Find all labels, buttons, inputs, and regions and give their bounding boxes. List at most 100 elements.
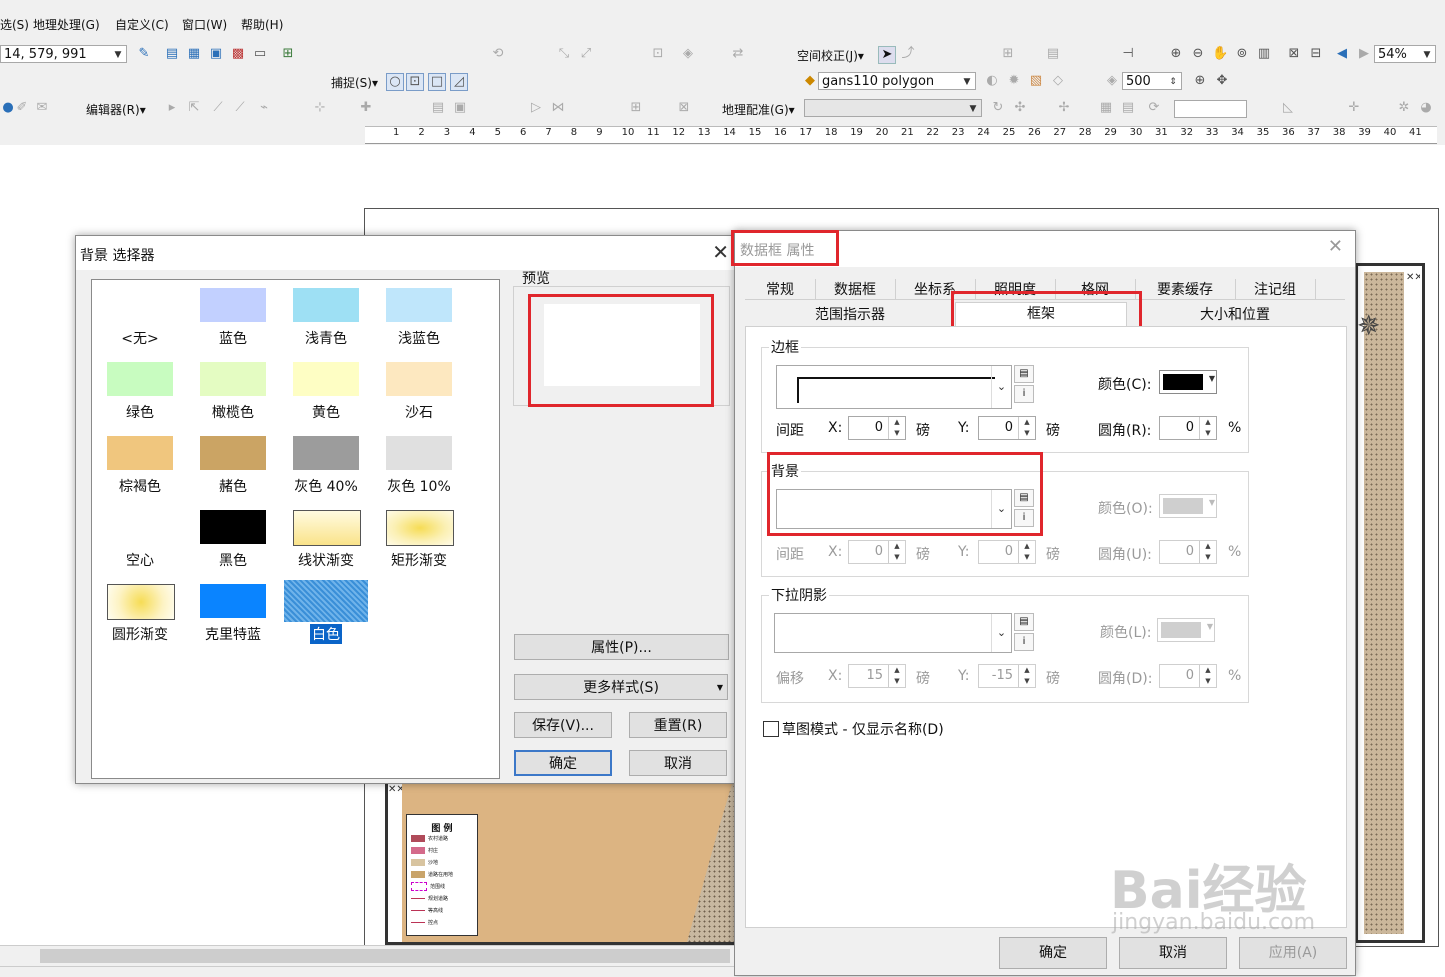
swatch-label-0[interactable]: <无> — [95, 328, 185, 348]
sketch-properties-icon[interactable]: ▣ — [452, 100, 468, 116]
view-table2-icon[interactable]: ▤ — [1120, 100, 1136, 116]
cross-icon[interactable]: ✛ — [1346, 100, 1362, 116]
swatch-label-18[interactable]: 白色 — [310, 624, 342, 644]
georeferencing-menu[interactable]: 地理配准(G)▾ — [722, 101, 795, 118]
swatch-10[interactable] — [293, 436, 359, 470]
tab-0[interactable]: 常规 — [745, 279, 816, 299]
pan-hand-icon[interactable]: ✋ — [1212, 46, 1228, 62]
end-point-arc-icon[interactable]: ⟋ — [232, 100, 248, 116]
layer-icon[interactable]: ◈ — [680, 46, 696, 62]
shadow-radius-spinner[interactable]: 0 ▲ ▼ — [1159, 664, 1217, 688]
page-width-icon[interactable]: ▥ — [1256, 46, 1272, 62]
swatch-label-14[interactable]: 线状渐变 — [281, 550, 371, 570]
more-styles-button[interactable]: 更多样式(S) ▼ — [514, 674, 728, 700]
catalog-icon[interactable]: ▦ — [186, 46, 202, 62]
validate-icon[interactable]: ⊠ — [676, 100, 692, 116]
adjust-tool-icon[interactable]: ⟲ — [490, 46, 506, 62]
swatch-label-9[interactable]: 赭色 — [188, 476, 278, 496]
edit-annotation-icon[interactable]: ⇱ — [186, 100, 202, 116]
toolbox-icon[interactable]: ▩ — [230, 46, 246, 62]
model-builder-icon[interactable]: ⊞ — [280, 46, 296, 62]
rotate-tool-icon[interactable]: ✚ — [358, 100, 374, 116]
tab-1[interactable]: 数据框 — [815, 279, 896, 299]
horizontal-scrollbar[interactable] — [0, 945, 734, 966]
border-radius-spinner[interactable]: 0 ▲ ▼ — [1159, 416, 1217, 440]
end-snap-icon[interactable]: ⊡ — [406, 73, 424, 91]
layer-combo[interactable]: gans110 polygon ▼ — [818, 72, 976, 90]
chevron-down-icon[interactable]: ⌄ — [991, 366, 1011, 408]
scale-combo[interactable]: 14, 579, 991 ▼ — [0, 45, 127, 63]
pie-icon[interactable]: ◕ — [1418, 100, 1434, 116]
border-color-button[interactable]: ▼ — [1159, 370, 1217, 394]
attribute-transfer-icon[interactable]: ⇄ — [730, 46, 746, 62]
swatch-11[interactable] — [386, 436, 452, 470]
comment-icon[interactable]: ✉ — [34, 100, 50, 116]
properties-button[interactable]: 属性(P)... — [514, 634, 729, 660]
shadow-symbol-box[interactable]: ⌄ — [774, 613, 1012, 653]
swatch-17[interactable] — [200, 584, 266, 618]
menu-item-geoprocessing[interactable]: 地理处理(G) — [33, 16, 100, 33]
table-link-icon[interactable]: ⊡ — [650, 46, 666, 62]
swatch-gallery[interactable]: <无> 蓝色 浅青色 浅蓝色 绿色 橄榄色 黄色 沙石 棕褐色 赭色 灰色 40% 灰色 10% 空心黑… — [91, 279, 500, 779]
spinner-arrows-icon[interactable]: ▲ ▼ — [888, 417, 905, 439]
gear-icon[interactable]: ✲ — [1396, 100, 1412, 116]
swatch-label-12[interactable]: 空心 — [95, 550, 185, 570]
zoom-out-fixed-icon[interactable]: ⊖ — [1190, 46, 1206, 62]
spinner-arrows-icon[interactable]: ▲ ▼ — [1018, 541, 1035, 563]
swatch-2[interactable] — [293, 288, 359, 322]
close-icon[interactable]: ✕ — [1328, 236, 1343, 257]
shadow-color-button[interactable]: ▼ — [1157, 618, 1215, 642]
spinner-arrows-icon[interactable]: ▲ ▼ — [888, 541, 905, 563]
flicker-icon[interactable]: ◇ — [1050, 73, 1066, 89]
menu-item-select[interactable]: 选(S) — [0, 16, 29, 33]
rotate-icon[interactable]: ↻ — [990, 100, 1006, 116]
symbol-properties-icon[interactable]: i — [1014, 633, 1034, 651]
tab-5[interactable]: 要素缓存 — [1135, 279, 1236, 299]
props-ok-button[interactable]: 确定 — [999, 937, 1107, 969]
straight-segment-icon[interactable]: ⟋ — [210, 100, 226, 116]
vertex-snap-icon[interactable]: □ — [428, 73, 446, 91]
view-link-table-icon[interactable]: ▦ — [1098, 100, 1114, 116]
background-gap-x-spinner[interactable]: 0 ▲ ▼ — [848, 540, 906, 564]
view-table-icon[interactable]: ▤ — [1045, 46, 1061, 62]
attributes-icon[interactable]: ▤ — [430, 100, 446, 116]
edge-snap-icon[interactable]: ◿ — [450, 73, 468, 91]
swatch-label-10[interactable]: 灰色 40% — [281, 476, 371, 496]
editor-menu[interactable]: 编辑器(R)▾ — [86, 101, 146, 118]
background-color-button[interactable]: ▼ — [1159, 494, 1217, 518]
table-icon[interactable]: ▤ — [164, 46, 180, 62]
background-gap-y-spinner[interactable]: 0 ▲ ▼ — [978, 540, 1036, 564]
swatch-1[interactable] — [200, 288, 266, 322]
swatch-label-1[interactable]: 蓝色 — [188, 328, 278, 348]
swatch-13[interactable] — [200, 510, 266, 544]
swatch-label-11[interactable]: 灰色 10% — [374, 476, 464, 496]
symbol-properties-icon[interactable]: i — [1014, 385, 1034, 403]
swatch-label-3[interactable]: 浅蓝色 — [374, 328, 464, 348]
swatch-label-5[interactable]: 橄榄色 — [188, 402, 278, 422]
swatch-label-17[interactable]: 克里特蓝 — [188, 624, 278, 644]
swatch-6[interactable] — [293, 362, 359, 396]
swatch-label-16[interactable]: 圆形渐变 — [95, 624, 185, 644]
border-gap-y-spinner[interactable]: 0 ▲ ▼ — [978, 416, 1036, 440]
cogo-icon[interactable]: ◺ — [1280, 100, 1296, 116]
zoom-in-icon[interactable]: ⊕ — [1192, 73, 1208, 89]
pen-icon[interactable]: ✐ — [14, 100, 30, 116]
symbol-selector-icon[interactable]: ▤ — [1014, 365, 1034, 383]
swatch-label-2[interactable]: 浅青色 — [281, 328, 371, 348]
zoom-in-fixed-icon[interactable]: ⊕ — [1168, 46, 1184, 62]
swatch-4[interactable] — [107, 362, 173, 396]
swatch-8[interactable] — [107, 436, 173, 470]
editor-toolbar-icon[interactable]: ✎ — [136, 46, 152, 62]
link-tool-icon[interactable]: ⤡ — [556, 46, 572, 62]
link-edit-icon[interactable]: ⤢ — [578, 46, 594, 62]
zoom-whole-page-icon[interactable]: ⊠ — [1286, 46, 1302, 62]
back-extent-icon[interactable]: ◀ — [1334, 46, 1350, 62]
draft-mode-checkbox[interactable] — [763, 721, 779, 737]
spinner-arrows-icon[interactable]: ▲ ▼ — [1199, 665, 1216, 687]
spinner-arrows-icon[interactable]: ▲ ▼ — [1199, 541, 1216, 563]
tab-6[interactable]: 注记组 — [1235, 279, 1316, 299]
spinner-arrows-icon[interactable]: ▲ ▼ — [1018, 417, 1035, 439]
point-snap-icon[interactable]: ○ — [386, 73, 404, 91]
swatch-label-13[interactable]: 黑色 — [188, 550, 278, 570]
props-apply-button[interactable]: 应用(A) — [1239, 937, 1347, 969]
